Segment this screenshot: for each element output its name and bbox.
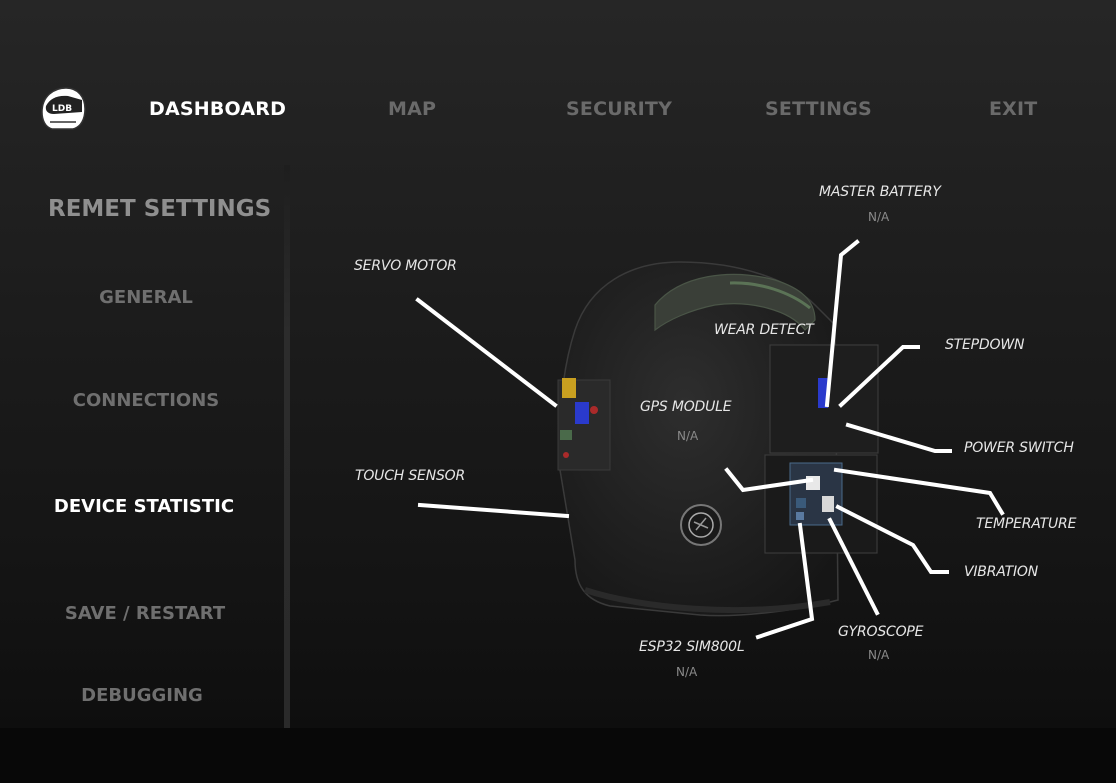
value-esp32: N/A	[676, 665, 698, 679]
value-master-battery: N/A	[868, 210, 890, 224]
label-gps-module: GPS MODULE	[640, 399, 732, 415]
label-wear-detect: WEAR DETECT	[714, 322, 814, 338]
value-gyroscope: N/A	[868, 648, 890, 662]
label-power-switch: POWER SWITCH	[964, 440, 1074, 456]
label-touch-sensor: TOUCH SENSOR	[355, 468, 466, 484]
value-gps-module: N/A	[677, 429, 699, 443]
helmet-diagram	[415, 239, 1005, 640]
label-temperature: TEMPERATURE	[976, 516, 1077, 532]
leader-touch-sensor	[417, 502, 570, 519]
label-esp32: ESP32 SIM800L	[639, 639, 745, 655]
label-master-battery: MASTER BATTERY	[819, 184, 941, 200]
label-stepdown: STEPDOWN	[945, 337, 1025, 353]
label-vibration: VIBRATION	[964, 564, 1038, 580]
leader-servo-motor	[415, 297, 558, 408]
label-gyroscope: GYROSCOPE	[838, 624, 924, 640]
label-servo-motor: SERVO MOTOR	[354, 258, 457, 274]
